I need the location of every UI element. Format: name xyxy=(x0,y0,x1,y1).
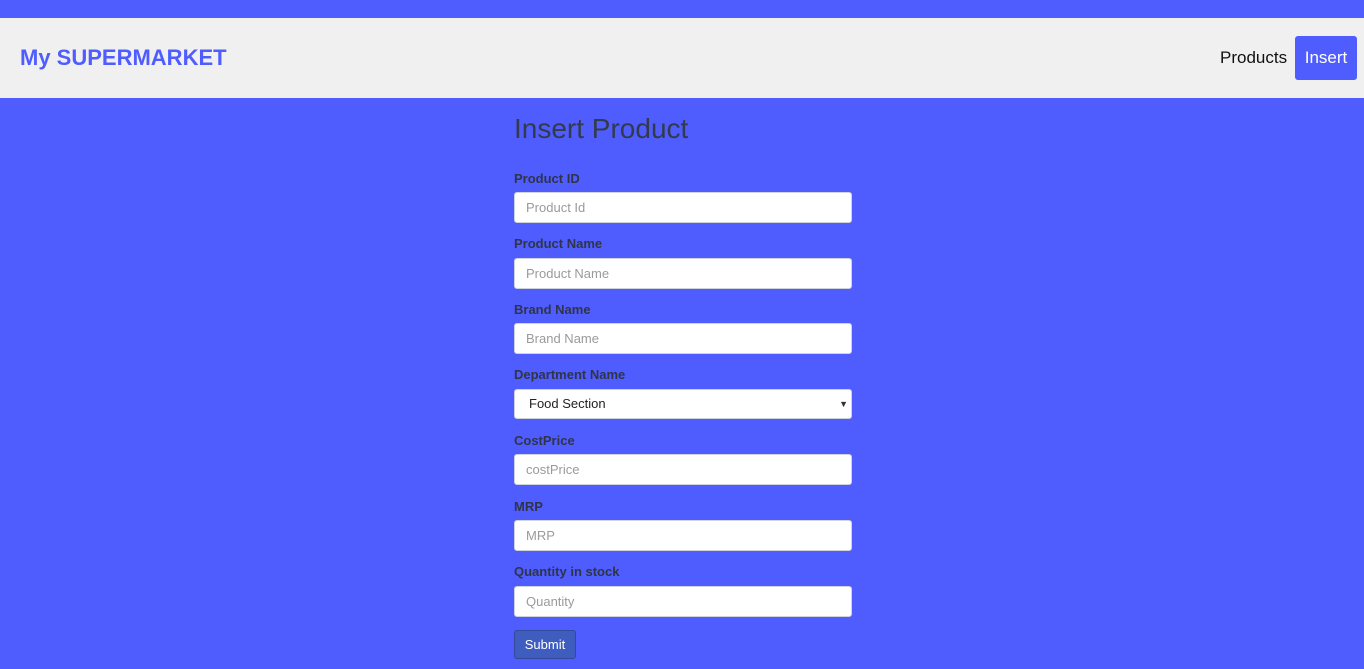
page-title: Insert Product xyxy=(514,113,689,144)
quantity-label: Quantity in stock xyxy=(514,564,620,579)
department-select[interactable]: Food Section ▼ xyxy=(514,389,852,419)
product-id-input[interactable] xyxy=(514,192,852,223)
brand-name-label: Brand Name xyxy=(514,302,591,317)
submit-button[interactable]: Submit xyxy=(514,630,576,659)
cost-price-label: CostPrice xyxy=(514,433,575,448)
department-name-label: Department Name xyxy=(514,367,626,382)
chevron-down-icon: ▼ xyxy=(839,399,848,409)
quantity-input[interactable] xyxy=(514,586,852,617)
product-name-input[interactable] xyxy=(514,258,852,289)
cost-price-input[interactable] xyxy=(514,454,852,485)
department-selected-value: Food Section xyxy=(529,396,606,411)
nav-insert-link[interactable]: Insert xyxy=(1295,36,1357,80)
navbar: My SUPERMARKET Products Insert xyxy=(0,18,1364,98)
mrp-label: MRP xyxy=(514,499,543,514)
product-id-label: Product ID xyxy=(514,171,580,186)
nav-products-link[interactable]: Products xyxy=(1212,36,1295,80)
brand-name-input[interactable] xyxy=(514,323,852,354)
mrp-input[interactable] xyxy=(514,520,852,551)
product-name-label: Product Name xyxy=(514,236,603,251)
brand-logo[interactable]: My SUPERMARKET xyxy=(20,45,227,71)
